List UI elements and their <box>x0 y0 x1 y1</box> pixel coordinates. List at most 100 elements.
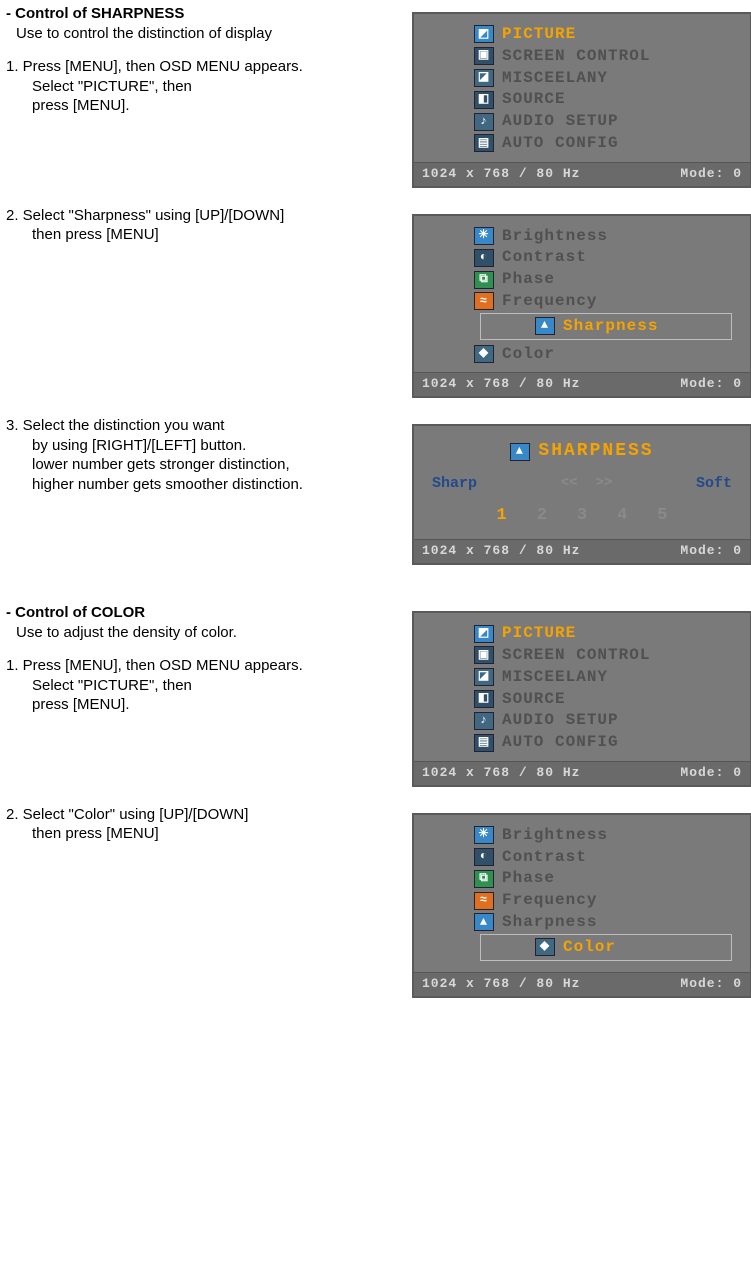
menu-item-selected-box[interactable]: ◆Color <box>480 934 732 961</box>
osd-box: ☀Brightness◐Contrast ⧉ Phase≈Frequency▲Sha… <box>412 813 751 998</box>
status-resolution: 1024 x 768 / 80 Hz <box>422 166 580 183</box>
menu-item[interactable]: ♪ AUDIO SETUP <box>474 710 738 731</box>
status-resolution: 1024 x 768 / 80 Hz <box>422 543 580 560</box>
menu-item[interactable]: ◧ SOURCE <box>474 89 738 110</box>
menu-item-icon: ☀ <box>474 826 494 844</box>
menu-item-icon: ▲ <box>474 913 494 931</box>
menu-item-label: PICTURE <box>502 24 576 45</box>
color-step2-text: 2. Select "Color" using [UP]/[DOWN] then… <box>6 805 412 844</box>
menu-item[interactable]: ◪MISCEELANY <box>474 68 738 89</box>
menu-item[interactable]: ◐ Contrast <box>474 247 738 268</box>
menu-item-label: MISCEELANY <box>502 667 608 688</box>
osd-box: ◩ PICTURE▣SCREEN CONTROL◪MISCEELANY ◧ SOURC… <box>412 611 751 787</box>
menu-item-label: Brightness <box>502 226 608 247</box>
menu-item-icon: ◧ <box>474 690 494 708</box>
step-line: then press [MENU] <box>6 225 406 245</box>
status-mode: Mode: 0 <box>680 543 742 560</box>
step-line: press [MENU]. <box>6 695 406 715</box>
menu-item[interactable]: ▤ AUTO CONFIG <box>474 133 738 154</box>
menu-item[interactable]: ♪AUDIO SETUP <box>474 111 738 132</box>
sharpness-heading: - Control of SHARPNESS <box>6 4 406 24</box>
step-line: press [MENU]. <box>6 96 406 116</box>
menu-item[interactable]: ◩ PICTURE <box>474 623 738 644</box>
page: - Control of SHARPNESS Use to control th… <box>0 0 751 1020</box>
step-line: 1. Press [MENU], then OSD MENU appears. <box>6 57 406 77</box>
menu-item-label: Phase <box>502 868 555 889</box>
menu-item[interactable]: ◪MISCEELANY <box>474 667 738 688</box>
menu-item-icon: ◐ <box>474 249 494 267</box>
menu-item-selected-box[interactable]: ▲Sharpness <box>480 313 732 340</box>
menu-item-label: Color <box>563 937 616 958</box>
menu-item-icon: ≈ <box>474 292 494 310</box>
menu-item-label: Phase <box>502 269 555 290</box>
menu-item-icon: ▲ <box>535 317 555 335</box>
menu-item-icon: ◩ <box>474 25 494 43</box>
menu-item-label: MISCEELANY <box>502 68 608 89</box>
menu-item-label: AUTO CONFIG <box>502 133 619 154</box>
menu-item-icon: ▤ <box>474 134 494 152</box>
menu-item[interactable]: ◐Contrast <box>474 847 738 868</box>
menu-item-icon: ◩ <box>474 625 494 643</box>
menu-item-icon: ◆ <box>474 345 494 363</box>
status-mode: Mode: 0 <box>680 376 742 393</box>
menu-item[interactable]: ▲Sharpness <box>474 912 738 933</box>
arrow-left-icon[interactable]: << <box>561 474 578 492</box>
status-mode: Mode: 0 <box>680 765 742 782</box>
step-line: higher number gets smoother distinction. <box>6 475 406 495</box>
menu-item[interactable]: ◆ Color <box>474 344 738 365</box>
menu-item[interactable]: ▣SCREEN CONTROL <box>474 46 738 67</box>
menu-item-icon: ♪ <box>474 712 494 730</box>
menu-item-label: Color <box>502 344 555 365</box>
menu-item[interactable]: ▣SCREEN CONTROL <box>474 645 738 666</box>
menu-item[interactable]: ☀ Brightness <box>474 226 738 247</box>
menu-item-label: PICTURE <box>502 623 576 644</box>
osd-menu-list: ☀ Brightness ◐ Contrast⧉Phase ≈ Frequency ▲Sha… <box>414 222 750 373</box>
menu-item[interactable]: ◆Color <box>535 937 731 958</box>
menu-item-label: SCREEN CONTROL <box>502 46 650 67</box>
osd-picture-menu-color: ☀Brightness◐Contrast ⧉ Phase≈Frequency▲Sha… <box>412 813 751 998</box>
sharpness-step1-text: - Control of SHARPNESS Use to control th… <box>6 4 412 116</box>
status-mode: Mode: 0 <box>680 166 742 183</box>
status-resolution: 1024 x 768 / 80 Hz <box>422 976 580 993</box>
menu-item-label: SOURCE <box>502 689 566 710</box>
sharpness-step3-row: 3. Select the distinction you want by us… <box>6 416 745 565</box>
menu-item-label: Contrast <box>502 247 587 268</box>
menu-item[interactable]: ⧉ Phase <box>474 868 738 889</box>
sharp-label-right: Soft <box>696 474 732 494</box>
osd-sharpness-panel: ▲SHARPNESSSharp<<>>Soft123451024 x 768 /… <box>412 424 751 565</box>
osd-status-bar: 1024 x 768 / 80 Hz Mode: 0 <box>414 539 750 563</box>
menu-item[interactable]: ◧ SOURCE <box>474 689 738 710</box>
step-line: by using [RIGHT]/[LEFT] button. <box>6 436 406 456</box>
osd-box: ▲SHARPNESSSharp<<>>Soft123451024 x 768 /… <box>412 424 751 565</box>
osd-main-menu: ◩ PICTURE▣SCREEN CONTROL◪MISCEELANY ◧ SOURC… <box>412 12 751 188</box>
menu-item[interactable]: ☀Brightness <box>474 825 738 846</box>
menu-item[interactable]: ⧉Phase <box>474 269 738 290</box>
sharpness-level[interactable]: 3 <box>577 505 587 527</box>
menu-item[interactable]: ≈ Frequency <box>474 291 738 312</box>
sharpness-level[interactable]: 4 <box>617 505 627 527</box>
sharpness-arrows: << >> <box>561 474 613 492</box>
step-line: 1. Press [MENU], then OSD MENU appears. <box>6 656 406 676</box>
menu-item-icon: ◧ <box>474 91 494 109</box>
menu-item-label: AUDIO SETUP <box>502 710 619 731</box>
menu-item-label: Frequency <box>502 291 597 312</box>
menu-item[interactable]: ≈Frequency <box>474 890 738 911</box>
menu-item-label: SCREEN CONTROL <box>502 645 650 666</box>
menu-item-icon: ⧉ <box>474 870 494 888</box>
menu-item[interactable]: ▤AUTO CONFIG <box>474 732 738 753</box>
sharpness-level[interactable]: 5 <box>657 505 667 527</box>
menu-item-icon: ☀ <box>474 227 494 245</box>
menu-item[interactable]: ▲Sharpness <box>535 316 731 337</box>
color-step1-text: - Control of COLOR Use to adjust the den… <box>6 603 412 715</box>
sharpness-level[interactable]: 2 <box>537 505 547 527</box>
arrow-right-icon[interactable]: >> <box>596 474 613 492</box>
osd-status-bar: 1024 x 768 / 80 HzMode: 0 <box>414 761 750 785</box>
menu-item[interactable]: ◩ PICTURE <box>474 24 738 45</box>
color-step1-row: - Control of COLOR Use to adjust the den… <box>6 603 745 787</box>
sharpness-level[interactable]: 1 <box>496 505 506 527</box>
step-line: Select "PICTURE", then <box>6 77 406 97</box>
osd-main-menu-2: ◩ PICTURE▣SCREEN CONTROL◪MISCEELANY ◧ SOURC… <box>412 611 751 787</box>
sharpness-numbers: 1 2 3 4 5 <box>414 499 750 539</box>
menu-item-label: SOURCE <box>502 89 566 110</box>
sharpness-step3-text: 3. Select the distinction you want by us… <box>6 416 412 494</box>
